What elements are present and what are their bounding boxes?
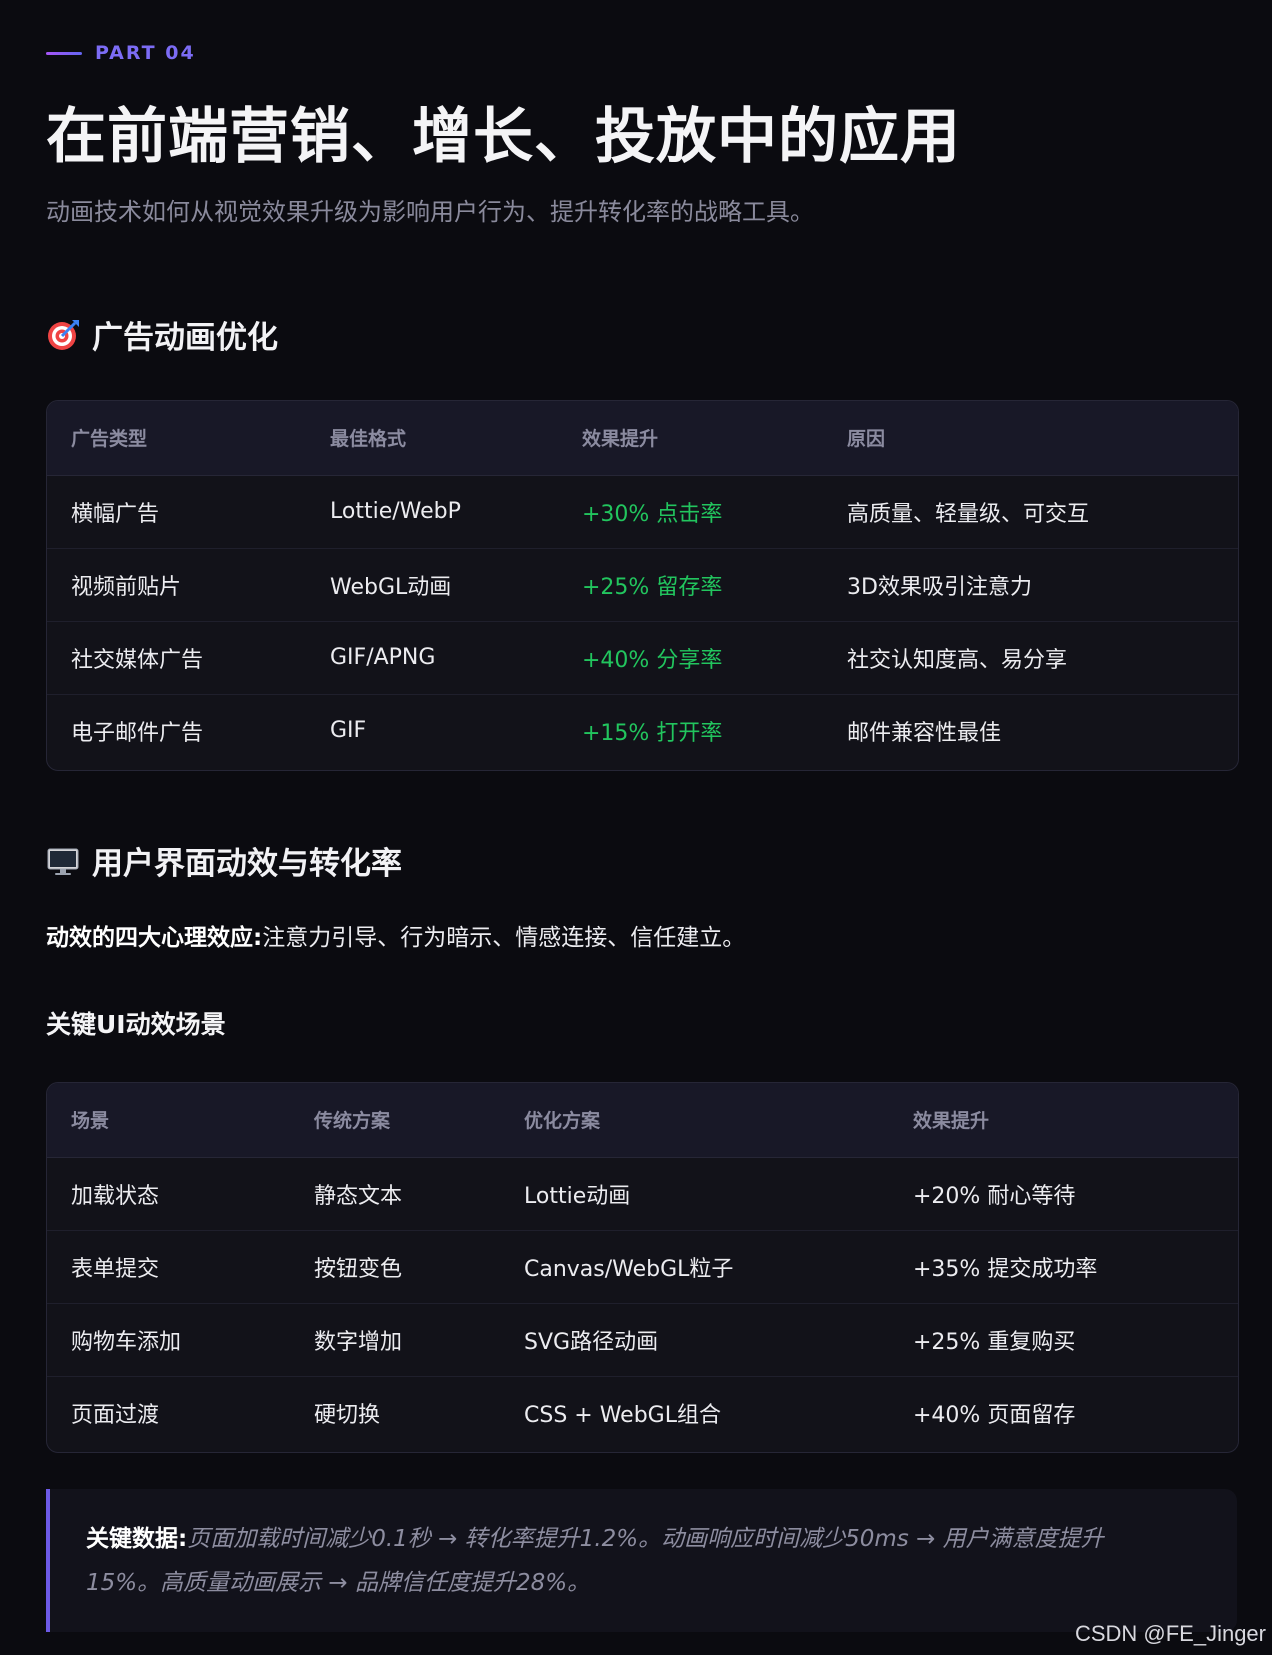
table-cell: +25% 重复购买 (889, 1303, 1238, 1377)
table-cell: 3D效果吸引注意力 (823, 548, 1238, 622)
column-header: 场景 (47, 1083, 290, 1158)
effect-cell: +15% 打开率 (582, 720, 723, 746)
table-cell: Lottie/WebP (306, 475, 558, 549)
effect-cell: +40% 分享率 (558, 621, 823, 695)
table-cell: 数字增加 (290, 1303, 500, 1377)
section-title-text: 广告动画优化 (92, 320, 278, 356)
callout-text: 页面加载时间减少0.1秒 → 转化率提升1.2%。动画响应时间减少50ms → … (86, 1526, 1104, 1596)
ui-scenes-table: 场景 传统方案 优化方案 效果提升 加载状态 静态文本 Lottie动画 +20… (46, 1082, 1239, 1453)
column-header: 最佳格式 (306, 401, 558, 476)
table-header-row: 广告类型 最佳格式 效果提升 原因 (47, 401, 1238, 476)
psychology-intro: 动效的四大心理效应:注意力引导、行为暗示、情感连接、信任建立。 (46, 918, 745, 952)
table-cell: 视频前贴片 (47, 548, 306, 622)
part-accent-line (46, 51, 82, 55)
column-header: 广告类型 (47, 401, 306, 476)
table-cell: Lottie动画 (500, 1157, 889, 1231)
part-text: PART 04 (95, 42, 196, 64)
table-cell: SVG路径动画 (500, 1303, 889, 1377)
ui-scenes-subheading: 关键UI动效场景 (46, 1010, 226, 1039)
table-cell: 高质量、轻量级、可交互 (823, 475, 1238, 549)
column-header: 原因 (823, 401, 1238, 476)
key-data-callout: 关键数据:页面加载时间减少0.1秒 → 转化率提升1.2%。动画响应时间减少50… (46, 1489, 1237, 1632)
table-cell: +40% 页面留存 (913, 1402, 1076, 1428)
intro-text: 注意力引导、行为暗示、情感连接、信任建立。 (262, 925, 746, 951)
target-icon (46, 318, 80, 352)
column-header: 传统方案 (290, 1083, 500, 1158)
table-cell: 社交认知度高、易分享 (823, 621, 1238, 695)
effect-cell: +25% 留存率 (558, 548, 823, 622)
page-subtitle: 动画技术如何从视觉效果升级为影响用户行为、提升转化率的战略工具。 (46, 198, 814, 226)
column-header: 效果提升 (889, 1083, 1238, 1158)
part-label: PART 04 (46, 42, 196, 64)
watermark: CSDN @FE_Jinger (1074, 1621, 1266, 1646)
callout-label: 关键数据: (86, 1526, 188, 1552)
table-cell: Canvas/WebGL粒子 (500, 1230, 889, 1304)
table-cell: +35% 提交成功率 (889, 1230, 1238, 1304)
table-row: 视频前贴片 WebGL动画 +25% 留存率 3D效果吸引注意力 (47, 548, 1238, 622)
table-cell: 横幅广告 (47, 475, 306, 549)
table-cell: 硬切换 (314, 1402, 381, 1428)
table-row: 页面过渡 硬切换 CSS + WebGL组合 +40% 页面留存 (47, 1376, 1238, 1449)
ad-formats-table: 广告类型 最佳格式 效果提升 原因 横幅广告 Lottie/WebP +30% … (46, 400, 1239, 771)
table-cell: 页面过渡 (71, 1402, 160, 1428)
table-cell: 表单提交 (47, 1230, 290, 1304)
page-title: 在前端营销、增长、投放中的应用 (46, 102, 961, 172)
table-cell: WebGL动画 (306, 548, 558, 622)
monitor-icon (46, 844, 80, 878)
section-ui-motion-heading: 用户界面动效与转化率 (46, 838, 402, 883)
table-cell: +20% 耐心等待 (889, 1157, 1238, 1231)
table-cell: GIF/APNG (306, 621, 558, 695)
table-header-row: 场景 传统方案 优化方案 效果提升 (47, 1083, 1238, 1158)
column-header: 优化方案 (500, 1083, 889, 1158)
table-cell: 按钮变色 (290, 1230, 500, 1304)
column-header: 效果提升 (558, 401, 823, 476)
table-cell: 邮件兼容性最佳 (847, 720, 1002, 746)
section-title-text: 用户界面动效与转化率 (92, 846, 402, 882)
table-row: 横幅广告 Lottie/WebP +30% 点击率 高质量、轻量级、可交互 (47, 475, 1238, 549)
table-cell: 静态文本 (290, 1157, 500, 1231)
table-cell: 加载状态 (47, 1157, 290, 1231)
table-cell: 社交媒体广告 (47, 621, 306, 695)
table-cell: 购物车添加 (47, 1303, 290, 1377)
table-row: 购物车添加 数字增加 SVG路径动画 +25% 重复购买 (47, 1303, 1238, 1377)
intro-label: 动效的四大心理效应: (46, 925, 263, 951)
table-row: 表单提交 按钮变色 Canvas/WebGL粒子 +35% 提交成功率 (47, 1230, 1238, 1304)
effect-cell: +30% 点击率 (558, 475, 823, 549)
table-row: 电子邮件广告 GIF +15% 打开率 邮件兼容性最佳 (47, 694, 1238, 767)
table-cell: 电子邮件广告 (71, 720, 204, 746)
table-row: 加载状态 静态文本 Lottie动画 +20% 耐心等待 (47, 1157, 1238, 1231)
table-row: 社交媒体广告 GIF/APNG +40% 分享率 社交认知度高、易分享 (47, 621, 1238, 695)
table-cell: GIF (330, 718, 367, 743)
table-cell: CSS + WebGL组合 (524, 1402, 721, 1428)
section-ad-optimization-heading: 广告动画优化 (46, 312, 278, 357)
